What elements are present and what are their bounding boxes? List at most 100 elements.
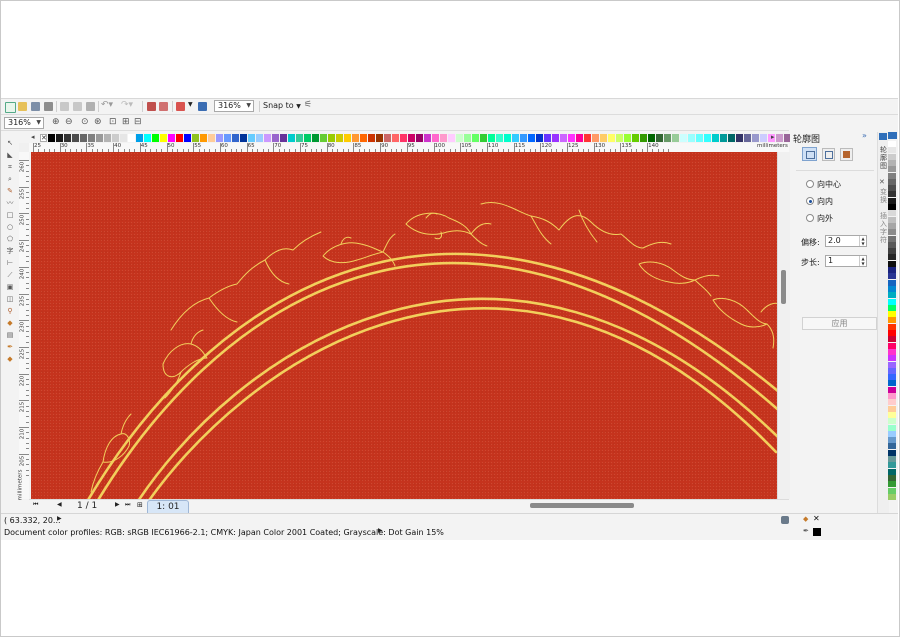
palette-swatch[interactable]	[216, 134, 223, 142]
palette-swatch[interactable]	[888, 273, 896, 280]
chevron-down-icon[interactable]: ▼	[188, 101, 193, 108]
palette-swatch[interactable]	[888, 323, 896, 330]
zoom-in-icon[interactable]: ⊕	[52, 117, 60, 127]
zoom-height-icon[interactable]: ⊟	[134, 117, 142, 127]
color-mode-button[interactable]	[840, 148, 853, 161]
palette-swatch[interactable]	[152, 134, 159, 142]
outline-pen-icon[interactable]: ✒	[803, 527, 809, 535]
palette-swatch[interactable]	[408, 134, 415, 142]
palette-swatch[interactable]	[888, 411, 896, 418]
palette-swatch[interactable]	[360, 134, 367, 142]
palette-swatch[interactable]	[888, 361, 896, 368]
palette-swatch[interactable]	[504, 134, 511, 142]
palette-swatch[interactable]	[888, 185, 896, 192]
snap-to-button[interactable]: Snap to ▼	[263, 101, 301, 110]
color-palette-vertical[interactable]	[888, 132, 898, 502]
radio-to-center[interactable]	[806, 180, 814, 188]
no-color-swatch[interactable]: ✕	[40, 134, 47, 142]
palette-swatch[interactable]	[96, 134, 103, 142]
palette-swatch[interactable]	[224, 134, 231, 142]
palette-swatch[interactable]	[888, 386, 896, 393]
palette-swatch[interactable]	[584, 134, 591, 142]
undo-icon[interactable]: ↶▾	[101, 100, 113, 110]
zoom-width-icon[interactable]: ⊞	[122, 117, 130, 127]
palette-swatch[interactable]	[576, 134, 583, 142]
add-page-icon[interactable]: ⊞	[137, 501, 143, 509]
palette-swatch[interactable]	[888, 178, 896, 185]
palette-swatch[interactable]	[760, 134, 767, 142]
previous-page-icon[interactable]: ◀	[57, 501, 62, 508]
palette-swatch[interactable]	[648, 134, 655, 142]
palette-swatch[interactable]	[888, 210, 896, 217]
palette-swatch[interactable]	[568, 134, 575, 142]
cut-icon[interactable]	[60, 102, 69, 111]
pick-tool-icon[interactable]: ↖	[5, 138, 15, 148]
palette-swatch[interactable]	[888, 197, 896, 204]
palette-swatch[interactable]	[616, 134, 623, 142]
eyedropper-icon[interactable]: ⚲	[5, 306, 15, 316]
outline-color-swatch[interactable]	[813, 528, 821, 536]
palette-swatch[interactable]	[888, 304, 896, 311]
welcome-screen-icon[interactable]	[198, 102, 207, 111]
palette-swatch[interactable]	[888, 260, 896, 267]
palette-swatch[interactable]	[112, 134, 119, 142]
palette-swatch[interactable]	[160, 134, 167, 142]
drawing-canvas[interactable]	[31, 152, 777, 499]
palette-swatch[interactable]	[888, 367, 896, 374]
palette-swatch[interactable]	[888, 241, 896, 248]
palette-swatch[interactable]	[400, 134, 407, 142]
palette-swatch[interactable]	[352, 134, 359, 142]
palette-swatch[interactable]	[888, 147, 896, 154]
radio-inside[interactable]	[806, 197, 814, 205]
palette-swatch[interactable]	[656, 134, 663, 142]
palette-swatch[interactable]	[48, 134, 55, 142]
palette-swatch[interactable]	[464, 134, 471, 142]
palette-swatch[interactable]	[888, 229, 896, 236]
palette-swatch[interactable]	[56, 134, 63, 142]
palette-swatch[interactable]	[888, 481, 896, 488]
redo-icon[interactable]: ↷▾	[121, 100, 133, 110]
scrollbar-thumb[interactable]	[781, 270, 786, 304]
palette-swatch[interactable]	[536, 134, 543, 142]
palette-swatch[interactable]	[456, 134, 463, 142]
palette-swatch[interactable]	[640, 134, 647, 142]
palette-swatch[interactable]	[888, 330, 896, 336]
palette-swatch[interactable]	[728, 134, 735, 142]
palette-swatch[interactable]	[696, 134, 703, 142]
palette-swatch[interactable]	[888, 348, 896, 355]
interactive-fill-icon[interactable]: ◆	[5, 318, 15, 328]
smart-fill-icon[interactable]: ▤	[5, 330, 15, 340]
palette-swatch[interactable]	[432, 134, 439, 142]
palette-swatch[interactable]	[888, 430, 896, 437]
palette-swatch[interactable]	[888, 405, 896, 412]
zoom-level-select[interactable]: 316% ▼	[214, 100, 254, 112]
save-icon[interactable]	[31, 102, 40, 111]
palette-swatch[interactable]	[704, 134, 711, 142]
palette-swatch[interactable]	[888, 424, 896, 431]
palette-swatch[interactable]	[248, 134, 255, 142]
offset-field[interactable]: 2.0 ▲ ▼	[825, 235, 867, 247]
palette-swatch[interactable]	[416, 134, 423, 142]
palette-swatch[interactable]	[888, 159, 896, 166]
palette-swatch[interactable]	[440, 134, 447, 142]
palette-swatch[interactable]	[72, 134, 79, 142]
palette-swatch[interactable]	[688, 134, 695, 142]
crop-tool-icon[interactable]: ⌗	[5, 162, 15, 172]
drop-shadow-icon[interactable]: ▣	[5, 282, 15, 292]
export-icon[interactable]	[159, 102, 168, 111]
zoom-tool-icon[interactable]: ⌕	[5, 174, 15, 184]
docker-tab-insert-character[interactable]: 插入字符	[879, 212, 888, 244]
import-icon[interactable]	[147, 102, 156, 111]
palette-swatch[interactable]	[144, 134, 151, 142]
shape-tool-icon[interactable]: ◣	[5, 150, 15, 160]
palette-swatch[interactable]	[888, 399, 896, 406]
palette-swatch[interactable]	[888, 279, 896, 286]
palette-swatch[interactable]	[888, 456, 896, 462]
palette-swatch[interactable]	[888, 336, 896, 343]
palette-swatch[interactable]	[888, 204, 896, 210]
palette-swatch[interactable]	[680, 134, 687, 142]
palette-swatch[interactable]	[736, 134, 743, 142]
palette-swatch[interactable]	[888, 468, 896, 475]
palette-swatch[interactable]	[888, 235, 896, 242]
options-icon[interactable]: ⚟	[304, 100, 312, 110]
